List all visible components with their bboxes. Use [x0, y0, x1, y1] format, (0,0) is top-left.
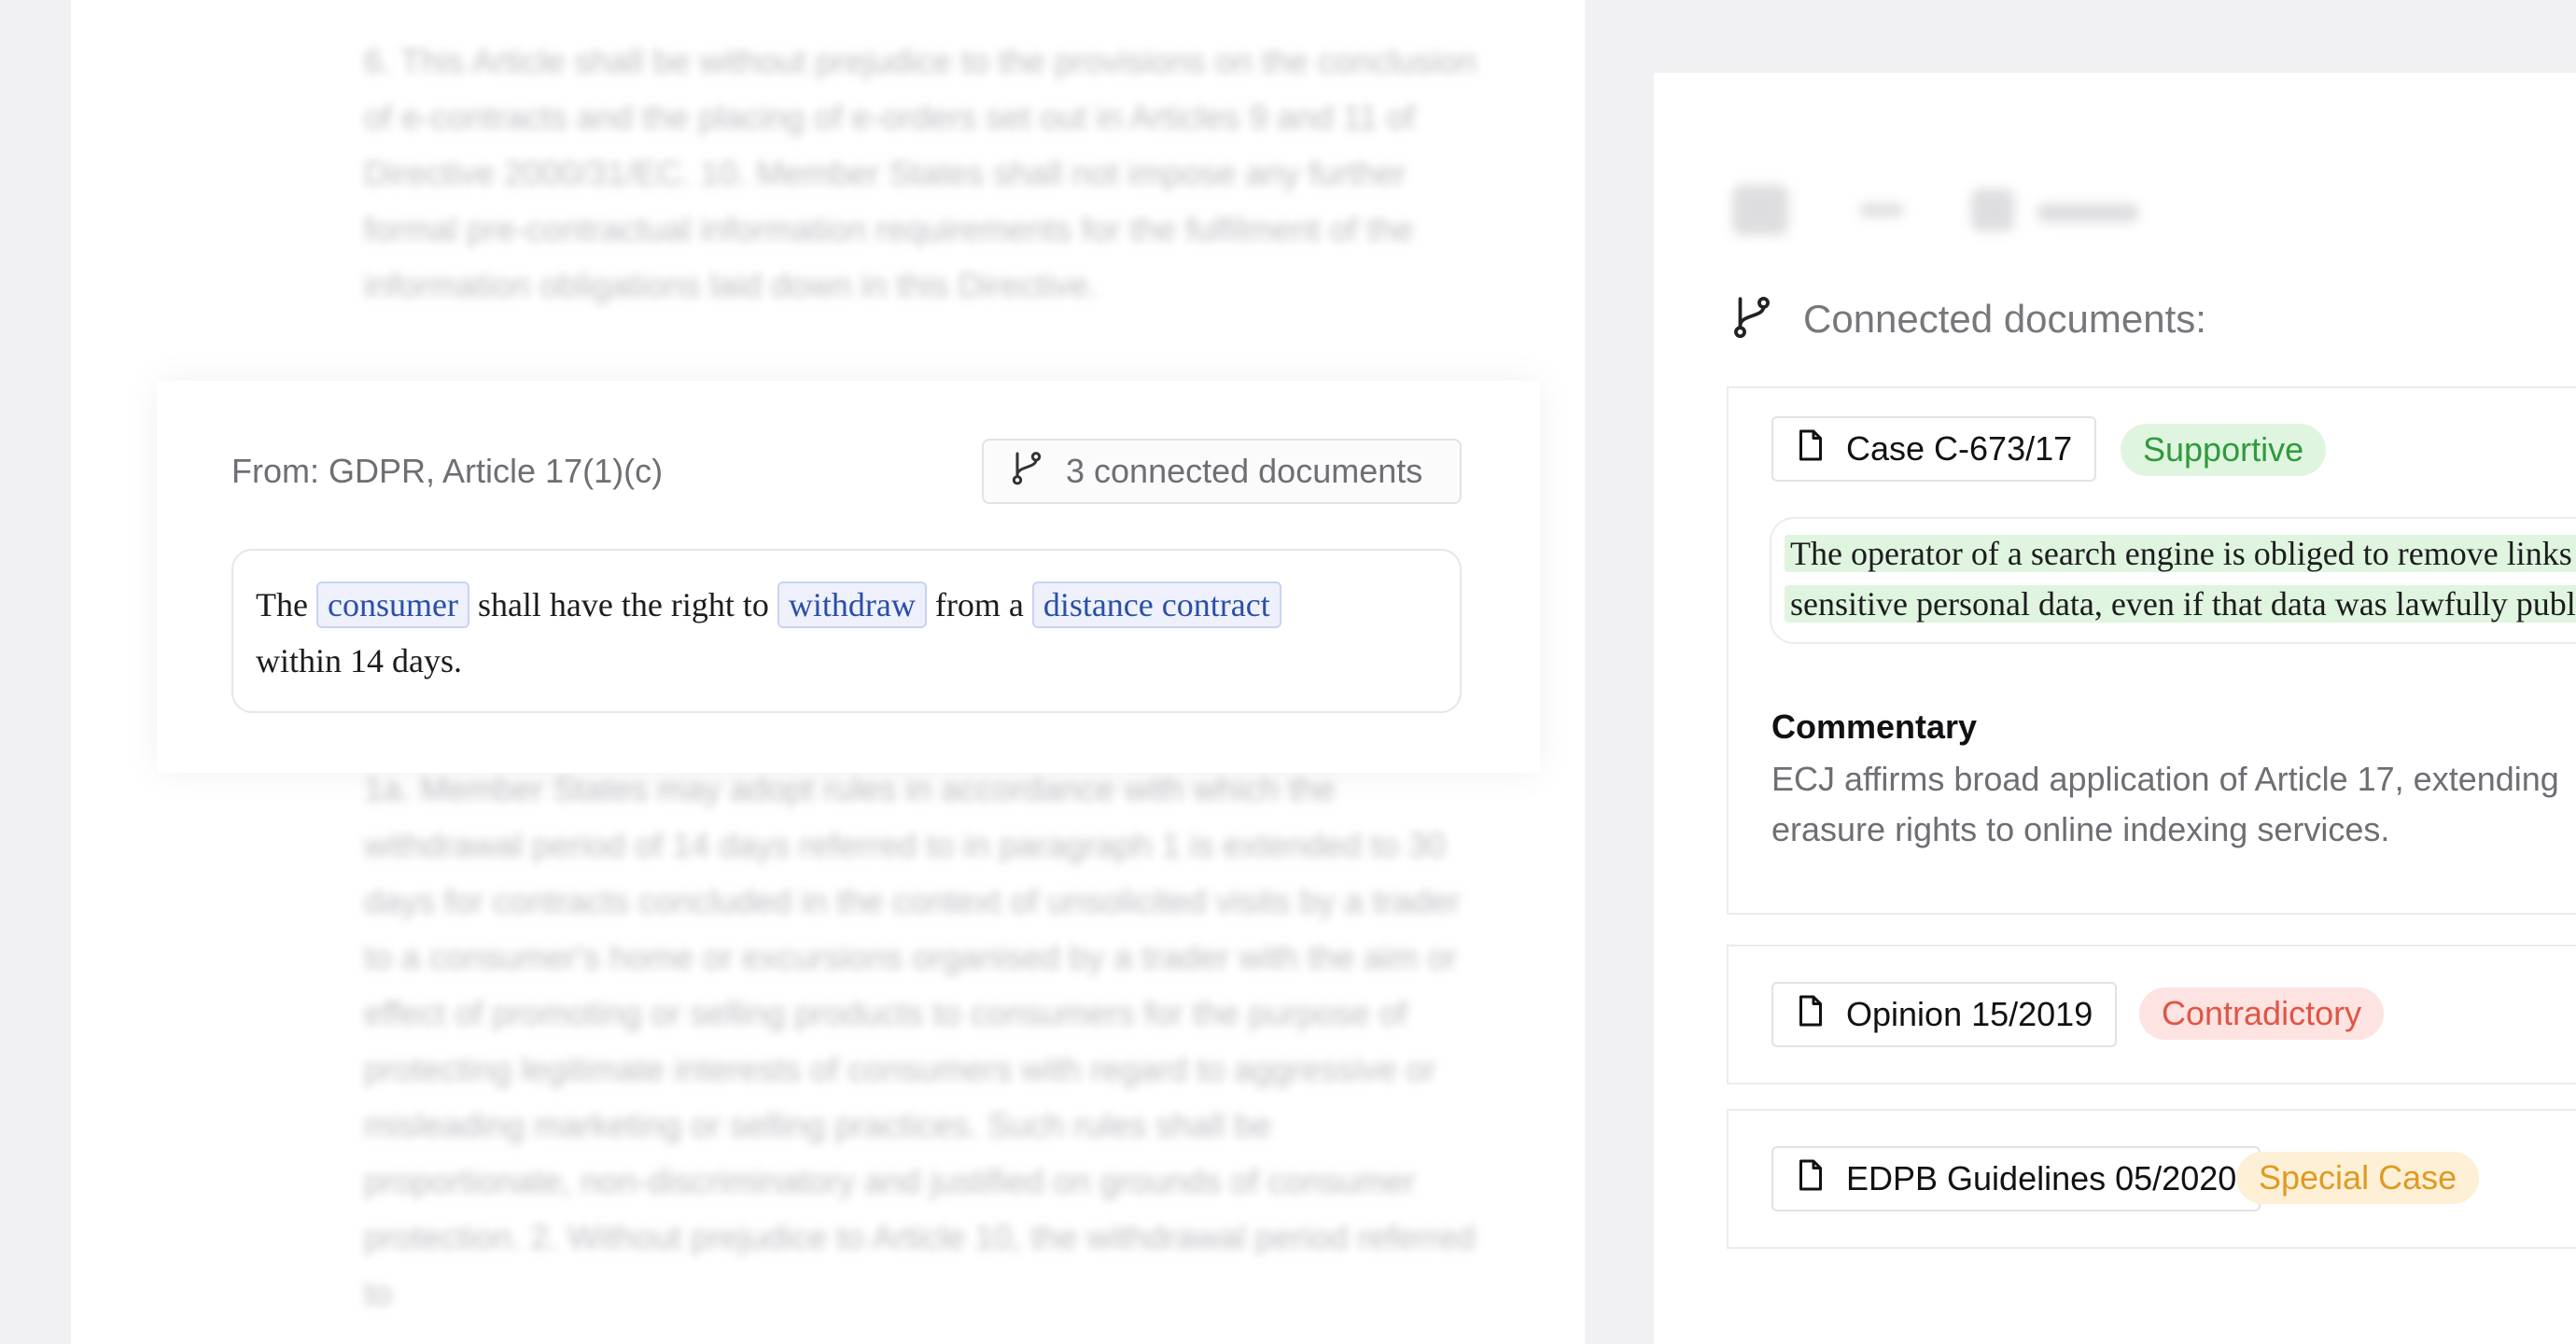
panel-title: Connected documents: [1803, 296, 2206, 341]
app-stage: 6. This Article shall be without prejudi… [0, 0, 2576, 1344]
focus-card: From: GDPR, Article 17(1)(c) 3 connected… [157, 381, 1540, 773]
document-chip[interactable]: Opinion 15/2019 [1771, 982, 2118, 1047]
branch-icon [1729, 293, 1775, 344]
term-withdraw[interactable]: withdraw [777, 581, 927, 628]
quote-word: from a [934, 586, 1024, 623]
term-consumer[interactable]: consumer [315, 581, 469, 628]
blurred-document-text-bottom: 1a. Member States may adopt rules in acc… [364, 770, 1476, 1312]
document-name: Opinion 15/2019 [1846, 995, 2093, 1033]
document-name: Case C-673/17 [1846, 429, 2073, 468]
commentary-title: Commentary [1771, 707, 1978, 746]
connected-documents-label: 3 connected documents [1066, 452, 1423, 490]
blurred-toolbar [1654, 175, 2494, 250]
document-chip[interactable]: Case C-673/17 [1771, 416, 2097, 482]
quote-line: The operator of a search engine is oblig… [1785, 535, 2576, 572]
file-icon [1796, 994, 1826, 1036]
quote-line: sensitive personal data, even if that da… [1785, 585, 2576, 623]
status-badge-supportive: Supportive [2121, 424, 2327, 476]
panel-header: Connected documents: [1729, 293, 2206, 344]
quote-word: within 14 days. [256, 642, 462, 679]
status-badge-contradictory: Contradictory [2139, 987, 2385, 1040]
source-label: From: GDPR, Article 17(1)(c) [231, 452, 664, 490]
status-badge-special-case: Special Case [2236, 1152, 2480, 1204]
document-chip[interactable]: EDPB Guidelines 05/2020 [1771, 1146, 2261, 1211]
document-quote: The operator of a search engine is oblig… [1770, 517, 2576, 644]
connected-documents-panel: Connected documents: Case C-673/17 Suppo… [1654, 73, 2576, 1344]
quote-word: The [256, 586, 308, 623]
document-card: EDPB Guidelines 05/2020 Special Case [1727, 1109, 2576, 1249]
connected-documents-button[interactable]: 3 connected documents [982, 439, 1462, 504]
document-card: Opinion 15/2019 Contradictory [1727, 945, 2576, 1085]
document-name: EDPB Guidelines 05/2020 [1846, 1159, 2237, 1197]
document-card: Case C-673/17 Supportive The operator of… [1727, 386, 2576, 915]
blurred-document-text-top: 6. This Article shall be without prejudi… [364, 42, 1477, 304]
file-icon [1796, 1158, 1826, 1200]
quote-box: The consumer shall have the right to wit… [231, 549, 1462, 713]
term-distance-contract[interactable]: distance contract [1031, 581, 1281, 628]
file-icon [1796, 428, 1826, 470]
branch-icon [1008, 449, 1045, 495]
quote-word: shall have the right to [477, 586, 769, 623]
commentary-text: ECJ affirms broad application of Article… [1771, 760, 2559, 848]
